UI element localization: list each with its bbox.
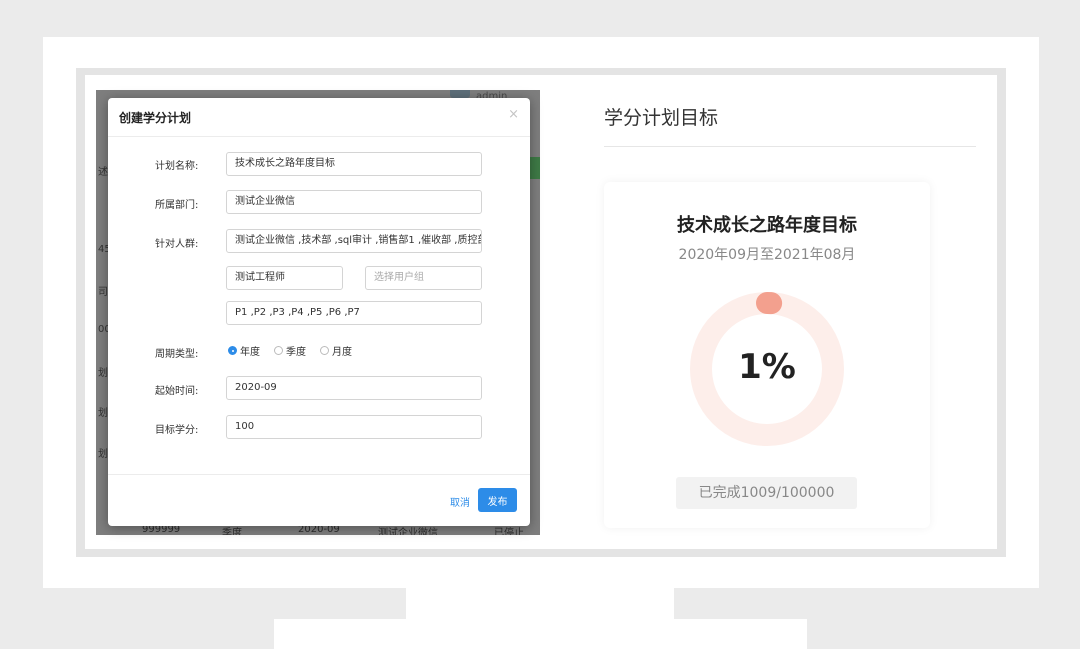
panel-divider — [604, 146, 976, 147]
radio-label: 月度 — [332, 347, 352, 358]
audience-label: 针对人群: — [155, 239, 199, 250]
cycle-type-radio-yearly[interactable]: 年度 — [228, 343, 260, 358]
dialog-header-divider — [108, 136, 530, 137]
close-icon[interactable]: × — [508, 107, 519, 122]
start-time-picker[interactable]: 2020-09 — [226, 376, 482, 400]
department-label: 所属部门: — [155, 200, 199, 211]
department-select[interactable]: 测试企业微信 — [226, 190, 482, 214]
audience-departments-select[interactable]: 测试企业微信 ,技术部 ,sql审计 ,销售部1 ,催收部 ,质控部 — [226, 229, 482, 253]
goal-status-badge: 已完成1009/100000 — [676, 477, 857, 509]
radio-unchecked-icon — [274, 346, 283, 355]
start-time-label: 起始时间: — [155, 386, 199, 397]
monitor-stand-neck — [406, 588, 674, 619]
cycle-type-radio-monthly[interactable]: 月度 — [320, 343, 352, 358]
dialog-footer-divider — [108, 474, 530, 475]
goal-name: 技术成长之路年度目标 — [677, 215, 857, 236]
radio-label: 季度 — [286, 347, 306, 358]
radio-checked-icon — [228, 346, 237, 355]
goal-period: 2020年09月至2021年08月 — [678, 247, 856, 263]
goal-card: 技术成长之路年度目标 2020年09月至2021年08月 1% 已完成1009/… — [604, 182, 930, 528]
backdrop-text-fragment: 划 — [98, 408, 108, 419]
radio-label: 年度 — [240, 347, 260, 358]
backdrop-text-fragment: 述 — [98, 167, 108, 178]
target-credits-label: 目标学分: — [155, 425, 199, 436]
radio-unchecked-icon — [320, 346, 329, 355]
monitor-stand-base — [274, 619, 807, 649]
audience-levels-select[interactable]: P1 ,P2 ,P3 ,P4 ,P5 ,P6 ,P7 — [226, 301, 482, 325]
backdrop-text-fragment: 划 — [98, 368, 108, 379]
panel-title: 学分计划目标 — [604, 107, 719, 129]
audience-role-select[interactable]: 测试工程师 — [226, 266, 343, 290]
backdrop-text-fragment: 划 — [98, 449, 108, 460]
dialog-title: 创建学分计划 — [119, 111, 192, 125]
plan-name-label: 计划名称: — [155, 161, 199, 172]
target-credits-input[interactable]: 100 — [226, 415, 482, 439]
user-avatar — [450, 90, 470, 98]
cycle-type-radio-group: 年度 季度 月度 — [228, 343, 352, 358]
cycle-type-label: 周期类型: — [155, 349, 199, 360]
create-plan-dialog: 创建学分计划 × 计划名称: 技术成长之路年度目标 所属部门: 测试企业微信 针… — [108, 98, 530, 526]
publish-button[interactable]: 发布 — [478, 488, 517, 512]
cancel-button[interactable]: 取消 — [450, 494, 470, 509]
plan-name-input[interactable]: 技术成长之路年度目标 — [226, 152, 482, 176]
cycle-type-radio-quarterly[interactable]: 季度 — [274, 343, 306, 358]
user-group-select[interactable]: 选择用户组 — [365, 266, 482, 290]
backdrop-text-fragment: 司 — [98, 287, 108, 298]
goal-percent: 1% — [738, 347, 796, 387]
